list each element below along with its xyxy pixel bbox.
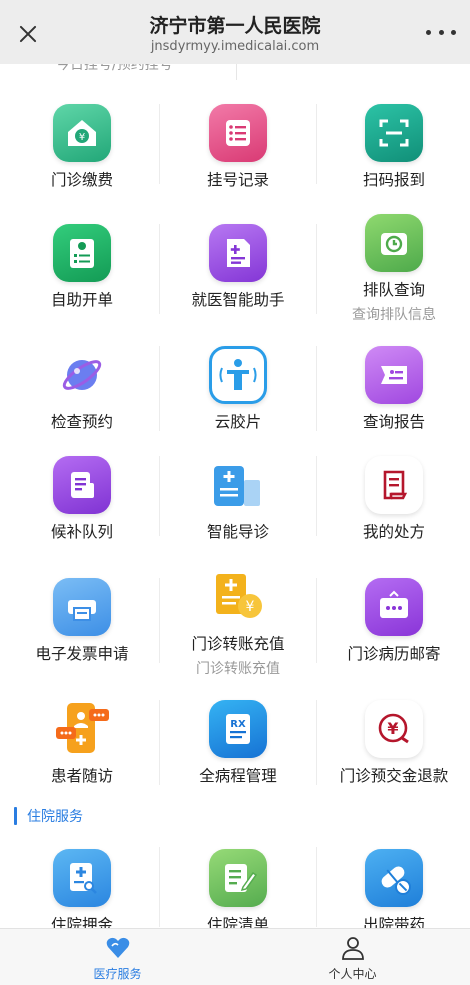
clock-folder-icon xyxy=(365,214,423,272)
prescription-icon xyxy=(365,456,423,514)
bottom-tab-bar: 医疗服务 个人中心 xyxy=(0,928,470,985)
service-item-scan-checkin[interactable]: 扫码报到 xyxy=(316,104,470,190)
service-item-outpatient-payment[interactable]: ¥ 门诊缴费 xyxy=(4,104,160,190)
service-sublabel: 查询排队信息 xyxy=(352,307,436,323)
rx-clipboard-icon: RX xyxy=(209,700,267,758)
service-label: 电子发票申请 xyxy=(35,645,129,663)
service-item-prepayment-refund[interactable]: ¥ 门诊预交金退款 xyxy=(316,700,470,786)
service-label: 查询报告 xyxy=(362,413,425,431)
tab-label: 医疗服务 xyxy=(93,967,142,981)
divider xyxy=(159,346,160,431)
section-title: 住院服务 xyxy=(27,809,83,825)
divider xyxy=(316,456,317,536)
service-item-inpatient-list[interactable]: 住院清单 xyxy=(160,849,316,935)
top-bar: 济宁市第一人民医院 jnsdyrmyy.imedicalai.com xyxy=(0,0,470,64)
tab-medical-services[interactable]: 医疗服务 xyxy=(0,929,235,985)
service-label: 门诊转账充值 xyxy=(191,635,285,653)
divider xyxy=(316,700,317,785)
service-item-my-prescription[interactable]: 我的处方 xyxy=(316,456,470,542)
service-label: 挂号记录 xyxy=(206,171,269,189)
service-item-full-course-management[interactable]: RX 全病程管理 xyxy=(160,700,316,786)
service-label: 排队查询 xyxy=(362,281,425,299)
pill-icon xyxy=(365,849,423,907)
checklist-edit-icon xyxy=(209,849,267,907)
svg-text:RX: RX xyxy=(230,719,246,730)
heart-icon xyxy=(105,935,131,961)
service-item-record-mailing[interactable]: 门诊病历邮寄 xyxy=(316,578,470,664)
mailbox-icon xyxy=(365,578,423,636)
printer-icon xyxy=(53,578,111,636)
scrolled-header-remnant: 今日挂号/预约挂号 xyxy=(0,64,470,84)
service-label: 我的处方 xyxy=(362,523,425,541)
svg-text:¥: ¥ xyxy=(246,599,255,615)
record-list-icon xyxy=(209,104,267,162)
service-item-report-query[interactable]: 查询报告 xyxy=(316,346,470,432)
service-label: 患者随访 xyxy=(50,767,113,785)
divider xyxy=(316,224,317,314)
report-card-icon xyxy=(365,346,423,404)
service-label: 候补队列 xyxy=(50,523,113,541)
service-item-e-invoice[interactable]: 电子发票申请 xyxy=(4,578,160,664)
service-label: 门诊病历邮寄 xyxy=(347,645,441,663)
queue-document-icon xyxy=(53,456,111,514)
deposit-search-icon xyxy=(53,849,111,907)
divider xyxy=(159,224,160,314)
service-label: 门诊缴费 xyxy=(50,171,113,189)
person-icon xyxy=(340,935,366,961)
service-item-inpatient-deposit[interactable]: 住院押金 xyxy=(4,849,160,935)
divider xyxy=(316,104,317,184)
follow-up-chat-icon xyxy=(53,700,111,758)
divider xyxy=(236,64,237,80)
service-label: 智能导诊 xyxy=(206,523,269,541)
service-label: 检查预约 xyxy=(50,413,113,431)
service-label: 云胶片 xyxy=(214,413,262,431)
service-item-smart-assistant[interactable]: 就医智能助手 xyxy=(160,224,316,310)
service-item-queue-query[interactable]: 排队查询 查询排队信息 xyxy=(316,214,470,324)
planet-icon xyxy=(53,346,111,404)
service-label: 门诊预交金退款 xyxy=(339,767,449,785)
service-item-cloud-film[interactable]: 云胶片 xyxy=(160,346,316,432)
transfer-yen-icon: ¥ xyxy=(209,568,267,626)
divider xyxy=(316,346,317,431)
divider xyxy=(159,104,160,184)
hospital-building-icon xyxy=(209,456,267,514)
payment-house-icon: ¥ xyxy=(53,104,111,162)
divider xyxy=(159,578,160,663)
service-item-transfer-recharge[interactable]: ¥ 门诊转账充值 门诊转账充值 xyxy=(160,568,316,678)
refund-yen-icon: ¥ xyxy=(365,700,423,758)
checklist-card-icon xyxy=(53,224,111,282)
divider xyxy=(159,456,160,536)
section-header-inpatient: 住院服务 xyxy=(14,805,83,827)
page-title: 济宁市第一人民医院 xyxy=(149,15,321,37)
divider xyxy=(316,578,317,663)
service-item-smart-guidance[interactable]: 智能导诊 xyxy=(160,456,316,542)
scan-icon xyxy=(365,104,423,162)
body-scan-icon xyxy=(209,346,267,404)
tab-label: 个人中心 xyxy=(328,967,377,981)
service-label: 自助开单 xyxy=(50,291,113,309)
service-item-registration-record[interactable]: 挂号记录 xyxy=(160,104,316,190)
page-url: jnsdyrmyy.imedicalai.com xyxy=(150,39,320,54)
service-item-waiting-queue[interactable]: 候补队列 xyxy=(4,456,160,542)
service-item-discharge-medication[interactable]: 出院带药 xyxy=(316,849,470,935)
service-label: 扫码报到 xyxy=(362,171,425,189)
service-item-exam-appointment[interactable]: 检查预约 xyxy=(4,346,160,432)
service-label: 就医智能助手 xyxy=(191,291,285,309)
service-label: 全病程管理 xyxy=(199,767,277,785)
svg-text:¥: ¥ xyxy=(387,719,398,738)
service-sublabel: 门诊转账充值 xyxy=(196,661,280,677)
document-plus-icon xyxy=(209,224,267,282)
partial-register-text: 今日挂号/预约挂号 xyxy=(56,64,173,73)
divider xyxy=(159,700,160,785)
service-item-self-order[interactable]: 自助开单 xyxy=(4,224,160,310)
more-options-icon[interactable] xyxy=(426,24,456,40)
service-item-patient-followup[interactable]: 患者随访 xyxy=(4,700,160,786)
tab-personal-center[interactable]: 个人中心 xyxy=(235,929,470,985)
section-accent-bar xyxy=(14,807,17,825)
svg-text:¥: ¥ xyxy=(79,132,85,143)
